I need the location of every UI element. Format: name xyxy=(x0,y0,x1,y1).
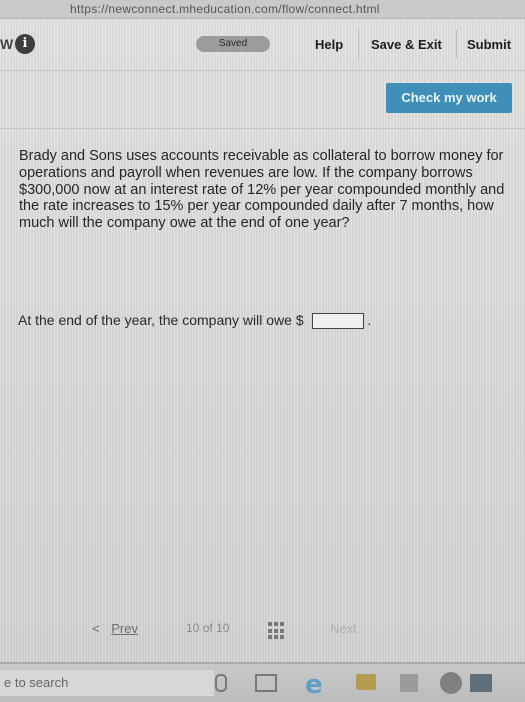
answer-input[interactable] xyxy=(311,313,364,330)
prev-label: Prev xyxy=(111,621,138,636)
chevron-left-icon: < xyxy=(92,621,100,636)
info-icon[interactable]: i xyxy=(15,34,35,54)
saved-status-badge: Saved xyxy=(196,36,270,52)
app-icon[interactable] xyxy=(440,672,462,694)
next-button[interactable]: Next xyxy=(330,621,357,636)
prev-button[interactable]: < Prev xyxy=(92,621,138,636)
current-page: 10 xyxy=(186,621,200,635)
taskbar-search[interactable]: e to search xyxy=(0,670,214,696)
answer-prompt: At the end of the year, the company will… xyxy=(18,312,304,328)
question-grid-icon[interactable] xyxy=(268,622,286,640)
question-text: Brady and Sons uses accounts receivable … xyxy=(19,148,505,232)
windows-taskbar: e to search e xyxy=(0,662,525,702)
address-url[interactable]: https://newconnect.mheducation.com/flow/… xyxy=(70,1,380,17)
section-divider xyxy=(0,128,525,129)
help-button[interactable]: Help xyxy=(315,37,343,52)
answer-row: At the end of the year, the company will… xyxy=(18,312,372,330)
total-pages: 10 xyxy=(216,621,230,635)
brand-fragment: W xyxy=(0,36,14,52)
of-label: of xyxy=(202,621,213,635)
microphone-icon[interactable] xyxy=(215,674,227,692)
edge-browser-icon[interactable]: e xyxy=(305,670,323,700)
toolbar-divider xyxy=(358,30,359,58)
page-counter: 10 of 10 xyxy=(186,621,229,635)
store-icon[interactable] xyxy=(400,674,418,692)
file-explorer-icon[interactable] xyxy=(356,674,376,690)
save-exit-button[interactable]: Save & Exit xyxy=(371,37,442,52)
photos-icon[interactable] xyxy=(470,674,492,692)
submit-button[interactable]: Submit xyxy=(467,37,511,52)
check-my-work-button[interactable]: Check my work xyxy=(386,83,512,113)
browser-address-bar[interactable]: https://newconnect.mheducation.com/flow/… xyxy=(0,0,525,19)
task-view-icon[interactable] xyxy=(255,674,277,692)
toolbar-divider xyxy=(456,30,457,58)
answer-suffix: . xyxy=(367,312,372,328)
top-toolbar: W i Saved Help Save & Exit Submit xyxy=(0,18,525,71)
